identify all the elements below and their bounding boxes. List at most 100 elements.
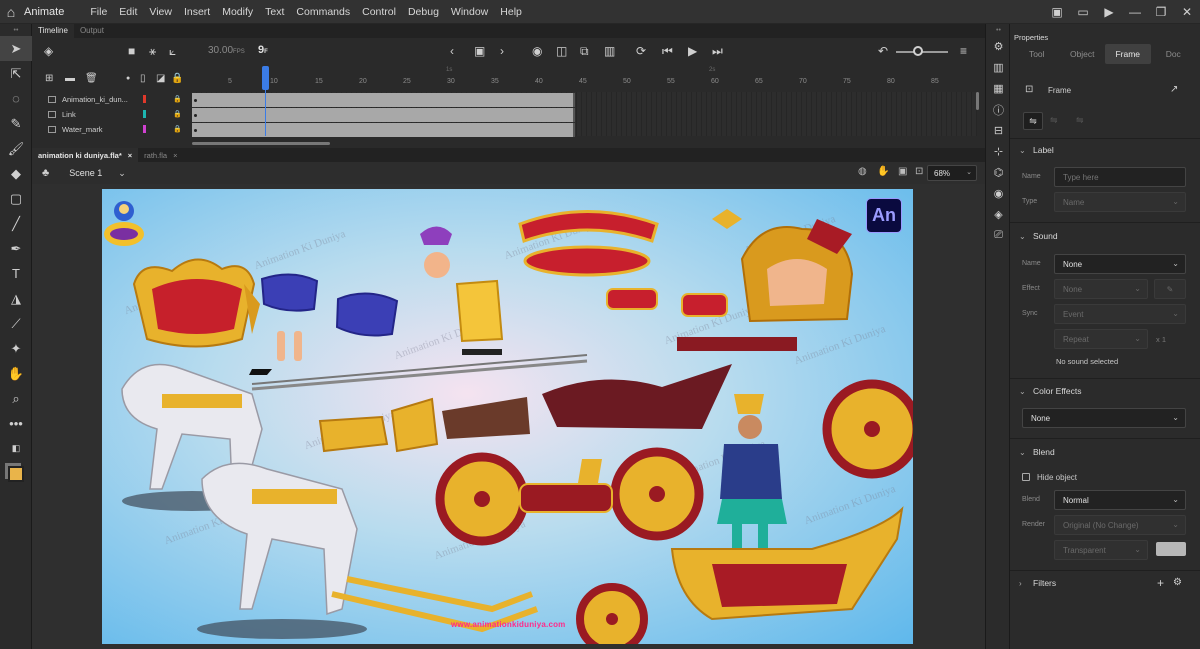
sound-repeat-select[interactable]: Repeat ⌄ xyxy=(1054,329,1148,349)
go-last-icon[interactable]: ⏭ xyxy=(712,44,723,59)
paint-bucket-tool-icon[interactable]: ◮ xyxy=(0,286,32,311)
outline-all-icon[interactable]: ▯ xyxy=(140,73,146,84)
selection-tool-icon[interactable]: ➤ xyxy=(0,36,32,61)
hide-object-checkbox[interactable] xyxy=(1022,473,1030,481)
clip-stage-icon[interactable]: ▣ xyxy=(898,166,907,177)
timeline-hscrollbar[interactable] xyxy=(192,142,330,145)
timeline-zoom-knob[interactable] xyxy=(913,46,923,56)
blend-mode-select[interactable]: Normal ⌄ xyxy=(1054,490,1186,510)
history-panel-icon[interactable]: ⎚ xyxy=(986,225,1011,246)
edit-frame-icon[interactable]: ↗ xyxy=(1170,84,1178,95)
next-keyframe-icon[interactable]: › xyxy=(500,44,504,58)
play-icon[interactable]: ▶ xyxy=(688,44,697,58)
menu-file[interactable]: File xyxy=(84,6,113,18)
sound-sync-select[interactable]: Event ⌄ xyxy=(1054,304,1186,324)
layer-color-swatch[interactable] xyxy=(143,110,146,118)
menu-debug[interactable]: Debug xyxy=(402,6,445,18)
show-hide-all-icon[interactable]: ● xyxy=(126,75,130,82)
tab-timeline[interactable]: Timeline xyxy=(32,24,74,38)
transform-panel-icon[interactable]: ⊹ xyxy=(986,141,1011,162)
minimize-icon[interactable]: — xyxy=(1122,5,1148,19)
pen-tool-icon[interactable]: ✒ xyxy=(0,236,32,261)
menu-window[interactable]: Window xyxy=(445,6,494,18)
hand-tool-icon[interactable]: ✋ xyxy=(0,361,32,386)
unlink-frame-icon[interactable]: ⇋ xyxy=(1050,115,1058,126)
onion-skin-icon[interactable]: ◉ xyxy=(532,44,542,58)
frame-grid[interactable] xyxy=(192,92,977,137)
more-tools-icon[interactable]: ••• xyxy=(0,411,32,436)
frame-options-icon[interactable]: ▥ xyxy=(604,44,615,58)
zoom-tool-icon[interactable]: ⌕ xyxy=(0,386,32,411)
text-tool-icon[interactable]: T xyxy=(0,261,32,286)
zoom-select[interactable]: 68% ⌄ xyxy=(927,165,977,181)
break-link-icon[interactable]: ⇋ xyxy=(1076,115,1084,126)
tab-frame[interactable]: Frame xyxy=(1105,44,1151,64)
sound-section-header[interactable]: ⌄ Sound xyxy=(1010,231,1200,241)
document-tab[interactable]: rath.fla × xyxy=(138,148,183,162)
timeline-ruler[interactable]: 1s 2s 5 10 15 20 25 30 35 40 45 50 55 60… xyxy=(192,66,977,90)
maximize-icon[interactable]: ❐ xyxy=(1148,5,1174,19)
fill-color-swatch[interactable] xyxy=(0,461,32,486)
tab-object[interactable]: Object xyxy=(1060,44,1106,64)
workspace-icon[interactable]: ▣ xyxy=(1044,5,1070,19)
properties-panel-icon[interactable]: ⚙ xyxy=(986,36,1011,57)
edit-multiple-icon[interactable]: ⧉ xyxy=(580,44,589,59)
layer-lock-icon[interactable]: 🔒 xyxy=(173,110,182,118)
home-icon[interactable]: ⌂ xyxy=(0,0,22,24)
background-color-swatch[interactable] xyxy=(1156,542,1186,556)
layer-depth-icon[interactable]: ⚹ xyxy=(149,44,156,59)
timeline-vscrollbar[interactable] xyxy=(976,92,979,110)
sound-effect-select[interactable]: None ⌄ xyxy=(1054,279,1148,299)
brush-tool-icon[interactable]: 🖌 xyxy=(0,136,32,161)
test-movie-icon[interactable]: ▶ xyxy=(1096,5,1122,19)
label-type-select[interactable]: Name ⌄ xyxy=(1054,192,1186,212)
frame-span[interactable] xyxy=(192,93,575,107)
blend-section-header[interactable]: ⌄ Blend xyxy=(1010,447,1200,457)
layer-row[interactable]: Water_mark 🔒 xyxy=(32,122,192,136)
color-effect-select[interactable]: None ⌄ xyxy=(1022,408,1186,428)
components-panel-icon[interactable]: ⌬ xyxy=(986,162,1011,183)
prev-keyframe-icon[interactable]: ‹ xyxy=(450,44,454,58)
insert-keyframe-icon[interactable]: ▣ xyxy=(474,44,485,58)
delete-layer-icon[interactable]: 🗑 xyxy=(85,73,98,84)
label-name-input[interactable] xyxy=(1054,167,1186,187)
label-section-header[interactable]: ⌄ Label xyxy=(1010,145,1200,155)
lock-all-icon[interactable]: 🔒 xyxy=(171,73,183,84)
playhead[interactable] xyxy=(262,66,269,90)
undo-zoom-icon[interactable]: ↶ xyxy=(878,44,888,58)
highlight-icon[interactable]: ◪ xyxy=(156,73,165,84)
menu-modify[interactable]: Modify xyxy=(216,6,259,18)
go-first-icon[interactable]: ⏮ xyxy=(662,44,673,59)
align-panel-icon[interactable]: ⊟ xyxy=(986,120,1011,141)
tab-tool[interactable]: Tool xyxy=(1014,44,1060,64)
scene-name[interactable]: Scene 1 xyxy=(69,168,102,178)
center-stage-icon[interactable]: ⊡ xyxy=(915,166,923,177)
layer-color-swatch[interactable] xyxy=(143,125,146,133)
chevron-down-icon[interactable]: ⌄ xyxy=(118,168,126,179)
subselection-tool-icon[interactable]: ⇱ xyxy=(0,61,32,86)
tab-output[interactable]: Output xyxy=(74,24,110,38)
rectangle-tool-icon[interactable]: ▢ xyxy=(0,186,32,211)
close-tab-icon[interactable]: × xyxy=(128,151,132,160)
edit-sound-envelope-button[interactable]: ✎ xyxy=(1154,279,1186,299)
current-frame-readout[interactable]: 9F xyxy=(258,44,268,56)
gear-icon[interactable]: ⚙ xyxy=(1173,577,1182,588)
code-snippets-icon[interactable]: ◈ xyxy=(986,204,1011,225)
line-tool-icon[interactable]: ╱ xyxy=(0,211,32,236)
timeline-menu-icon[interactable]: ≡ xyxy=(960,44,967,58)
close-icon[interactable]: ✕ xyxy=(1174,5,1200,19)
graph-icon[interactable]: ⟀ xyxy=(169,44,176,59)
lasso-tool-icon[interactable]: ◌ xyxy=(0,86,32,111)
color-effects-header[interactable]: ⌄ Color Effects xyxy=(1010,386,1200,396)
rotate-stage-icon[interactable]: ✋ xyxy=(877,166,889,177)
menu-control[interactable]: Control xyxy=(356,6,402,18)
render-select[interactable]: Original (No Change) ⌄ xyxy=(1054,515,1186,535)
stage[interactable]: Animation Ki Duniya Animation Ki Duniya … xyxy=(102,189,913,644)
fps-readout[interactable]: 30.00FPS xyxy=(208,45,245,56)
menu-insert[interactable]: Insert xyxy=(178,6,216,18)
transparency-select[interactable]: Transparent ⌄ xyxy=(1054,540,1148,560)
layer-color-swatch[interactable] xyxy=(143,95,146,103)
layer-row[interactable]: Animation_ki_dun... 🔒 xyxy=(32,92,192,106)
new-folder-icon[interactable]: ▬ xyxy=(65,73,75,84)
new-layer-icon[interactable]: ⊞ xyxy=(45,73,53,84)
